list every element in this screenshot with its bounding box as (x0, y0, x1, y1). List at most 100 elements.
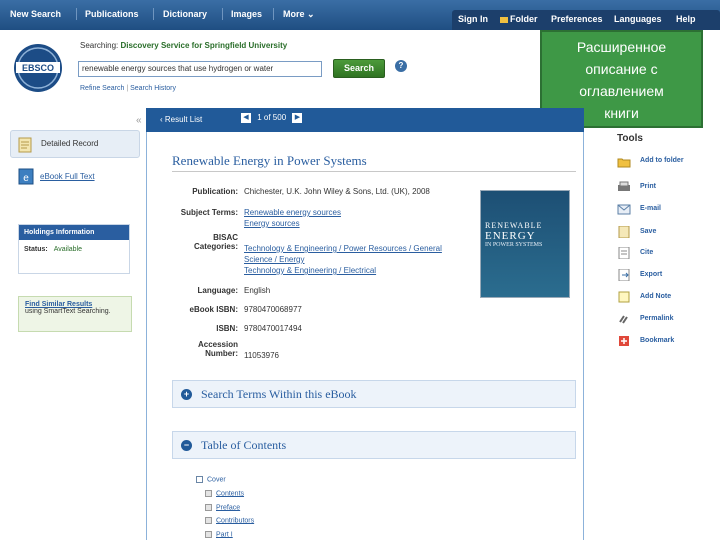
isbn-value: 9780470017494 (244, 324, 302, 333)
bisac-label-line: BISAC (213, 233, 238, 242)
callout-line: оглавлением (579, 83, 664, 99)
result-list-link[interactable]: ‹ Result List (160, 115, 202, 124)
prev-result-button[interactable]: ◀ (241, 113, 251, 123)
top-nav-bar: New Search Publications Dictionary Image… (0, 0, 720, 30)
cite-icon (618, 247, 630, 259)
collapse-node-icon[interactable] (196, 476, 203, 483)
nav-folder-label: Folder (510, 14, 538, 24)
search-button[interactable]: Search (333, 59, 385, 78)
holdings-title: Holdings Information (19, 225, 129, 240)
callout-line: описание с (585, 61, 658, 77)
tool-cite[interactable]: Cite (640, 249, 653, 256)
bisac-label-line: Categories: (193, 242, 238, 251)
find-similar-box: Find Similar Results using SmartText Sea… (18, 296, 132, 332)
collapse-left-icon[interactable]: « (136, 115, 142, 126)
detailed-record-label: Detailed Record (41, 139, 99, 148)
tool-add-note[interactable]: Add Note (640, 293, 671, 300)
toc-item-label[interactable]: Contents (216, 490, 244, 497)
result-nav-bar: ‹ Result List ◀ 1 of 500 ▶ (146, 108, 584, 132)
nav-new-search[interactable]: New Search (10, 9, 61, 19)
toc-panel[interactable]: − Table of Contents (172, 431, 576, 459)
folder-icon (500, 16, 508, 23)
ebook-isbn-label: eBook ISBN: (189, 305, 238, 314)
collapse-icon[interactable]: − (181, 440, 192, 451)
language-value: English (244, 286, 271, 295)
nav-dictionary[interactable]: Dictionary (163, 9, 207, 19)
tools-title: Tools (617, 133, 643, 144)
nav-more[interactable]: More ⌄ (283, 9, 315, 20)
toc-item-label[interactable]: Contributors (216, 517, 254, 524)
subject-term-link[interactable]: Renewable energy sources (244, 207, 341, 218)
nav-separator (273, 8, 274, 20)
toc-item[interactable]: Preface (205, 504, 240, 511)
holdings-box: Holdings Information Status: Available (18, 224, 130, 274)
tool-print[interactable]: Print (640, 183, 656, 190)
permalink-icon (619, 315, 628, 324)
tool-email[interactable]: E-mail (640, 205, 661, 212)
detailed-record-tab[interactable]: Detailed Record (10, 130, 140, 158)
search-links: Refine Search | Search History (80, 85, 176, 92)
toc-panel-title[interactable]: Table of Contents (201, 438, 286, 453)
nav-publications[interactable]: Publications (85, 9, 139, 19)
toc-item-label[interactable]: Part I (216, 531, 233, 538)
find-similar-sub: using SmartText Searching. (25, 308, 111, 315)
search-history-link[interactable]: Search History (130, 85, 176, 92)
export-icon (618, 269, 630, 281)
toc-item-label[interactable]: Preface (216, 504, 240, 511)
nav-sign-in[interactable]: Sign In (458, 14, 488, 24)
add-note-icon (618, 291, 630, 303)
book-cover-image[interactable]: RENEWABLE ENERGY IN POWER SYSTEMS (480, 190, 570, 298)
tool-permalink[interactable]: Permalink (640, 315, 673, 322)
accession-label-line: Accession (197, 340, 238, 349)
ebsco-logo[interactable]: EBSCO (10, 40, 70, 95)
svg-text:e: e (23, 173, 29, 184)
tool-export[interactable]: Export (640, 271, 662, 278)
nav-help[interactable]: Help (676, 14, 696, 24)
status-label: Status: (24, 246, 48, 253)
ebook-full-text-link[interactable]: e eBook Full Text (10, 168, 140, 185)
search-terms-panel[interactable]: + Search Terms Within this eBook (172, 380, 576, 408)
isbn-label: ISBN: (216, 324, 238, 333)
expand-icon[interactable]: + (181, 389, 192, 400)
next-result-button[interactable]: ▶ (292, 113, 303, 123)
find-similar-link[interactable]: Find Similar Results (25, 301, 125, 308)
document-icon (18, 137, 32, 153)
accession-label-line: Number: (205, 349, 238, 358)
searching-database[interactable]: Discovery Service for Springfield Univer… (120, 41, 287, 50)
cover-text: ENERGY (485, 230, 536, 242)
save-icon (618, 226, 630, 238)
bisac-label: BISAC Categories: (158, 233, 238, 251)
tool-add-to-folder[interactable]: Add to folder (640, 157, 684, 164)
pager: ◀ 1 of 500 ▶ (241, 113, 303, 123)
toc-item[interactable]: Contributors (205, 517, 254, 524)
publication-value: Chichester, U.K. John Wiley & Sons, Ltd.… (244, 187, 430, 196)
bisac-category-link[interactable]: Science / Energy (244, 254, 442, 265)
accession-label: Accession Number: (158, 340, 238, 358)
nav-folder[interactable]: Folder (500, 14, 538, 24)
add-to-folder-icon (617, 158, 631, 168)
toc-item-label: Cover (207, 476, 226, 484)
toc-item[interactable]: Cover (196, 476, 226, 483)
search-terms-panel-title[interactable]: Search Terms Within this eBook (201, 387, 357, 402)
nav-languages[interactable]: Languages (614, 14, 662, 24)
subject-terms-label: Subject Terms: (180, 208, 238, 217)
pager-text: 1 of 500 (257, 113, 287, 123)
toc-item[interactable]: Contents (205, 490, 244, 497)
nav-preferences[interactable]: Preferences (551, 14, 603, 24)
subject-term-link[interactable]: Energy sources (244, 218, 341, 229)
expand-node-icon[interactable] (205, 531, 212, 538)
help-icon[interactable]: ? (395, 60, 407, 72)
svg-text:EBSCO: EBSCO (22, 63, 54, 73)
refine-search-link[interactable]: Refine Search (80, 85, 124, 92)
search-input[interactable]: renewable energy sources that use hydrog… (78, 61, 322, 77)
toc-item[interactable]: Part I (205, 531, 233, 538)
nav-images[interactable]: Images (231, 9, 262, 19)
print-icon (618, 181, 630, 191)
bisac-category-link[interactable]: Technology & Engineering / Power Resourc… (244, 243, 442, 254)
record-title[interactable]: Renewable Energy in Power Systems (172, 153, 367, 169)
title-divider (172, 171, 576, 172)
tool-bookmark[interactable]: Bookmark (640, 337, 674, 344)
searching-prefix: Searching: (80, 41, 119, 50)
tool-save[interactable]: Save (640, 228, 656, 235)
bisac-category-link[interactable]: Technology & Engineering / Electrical (244, 265, 442, 276)
